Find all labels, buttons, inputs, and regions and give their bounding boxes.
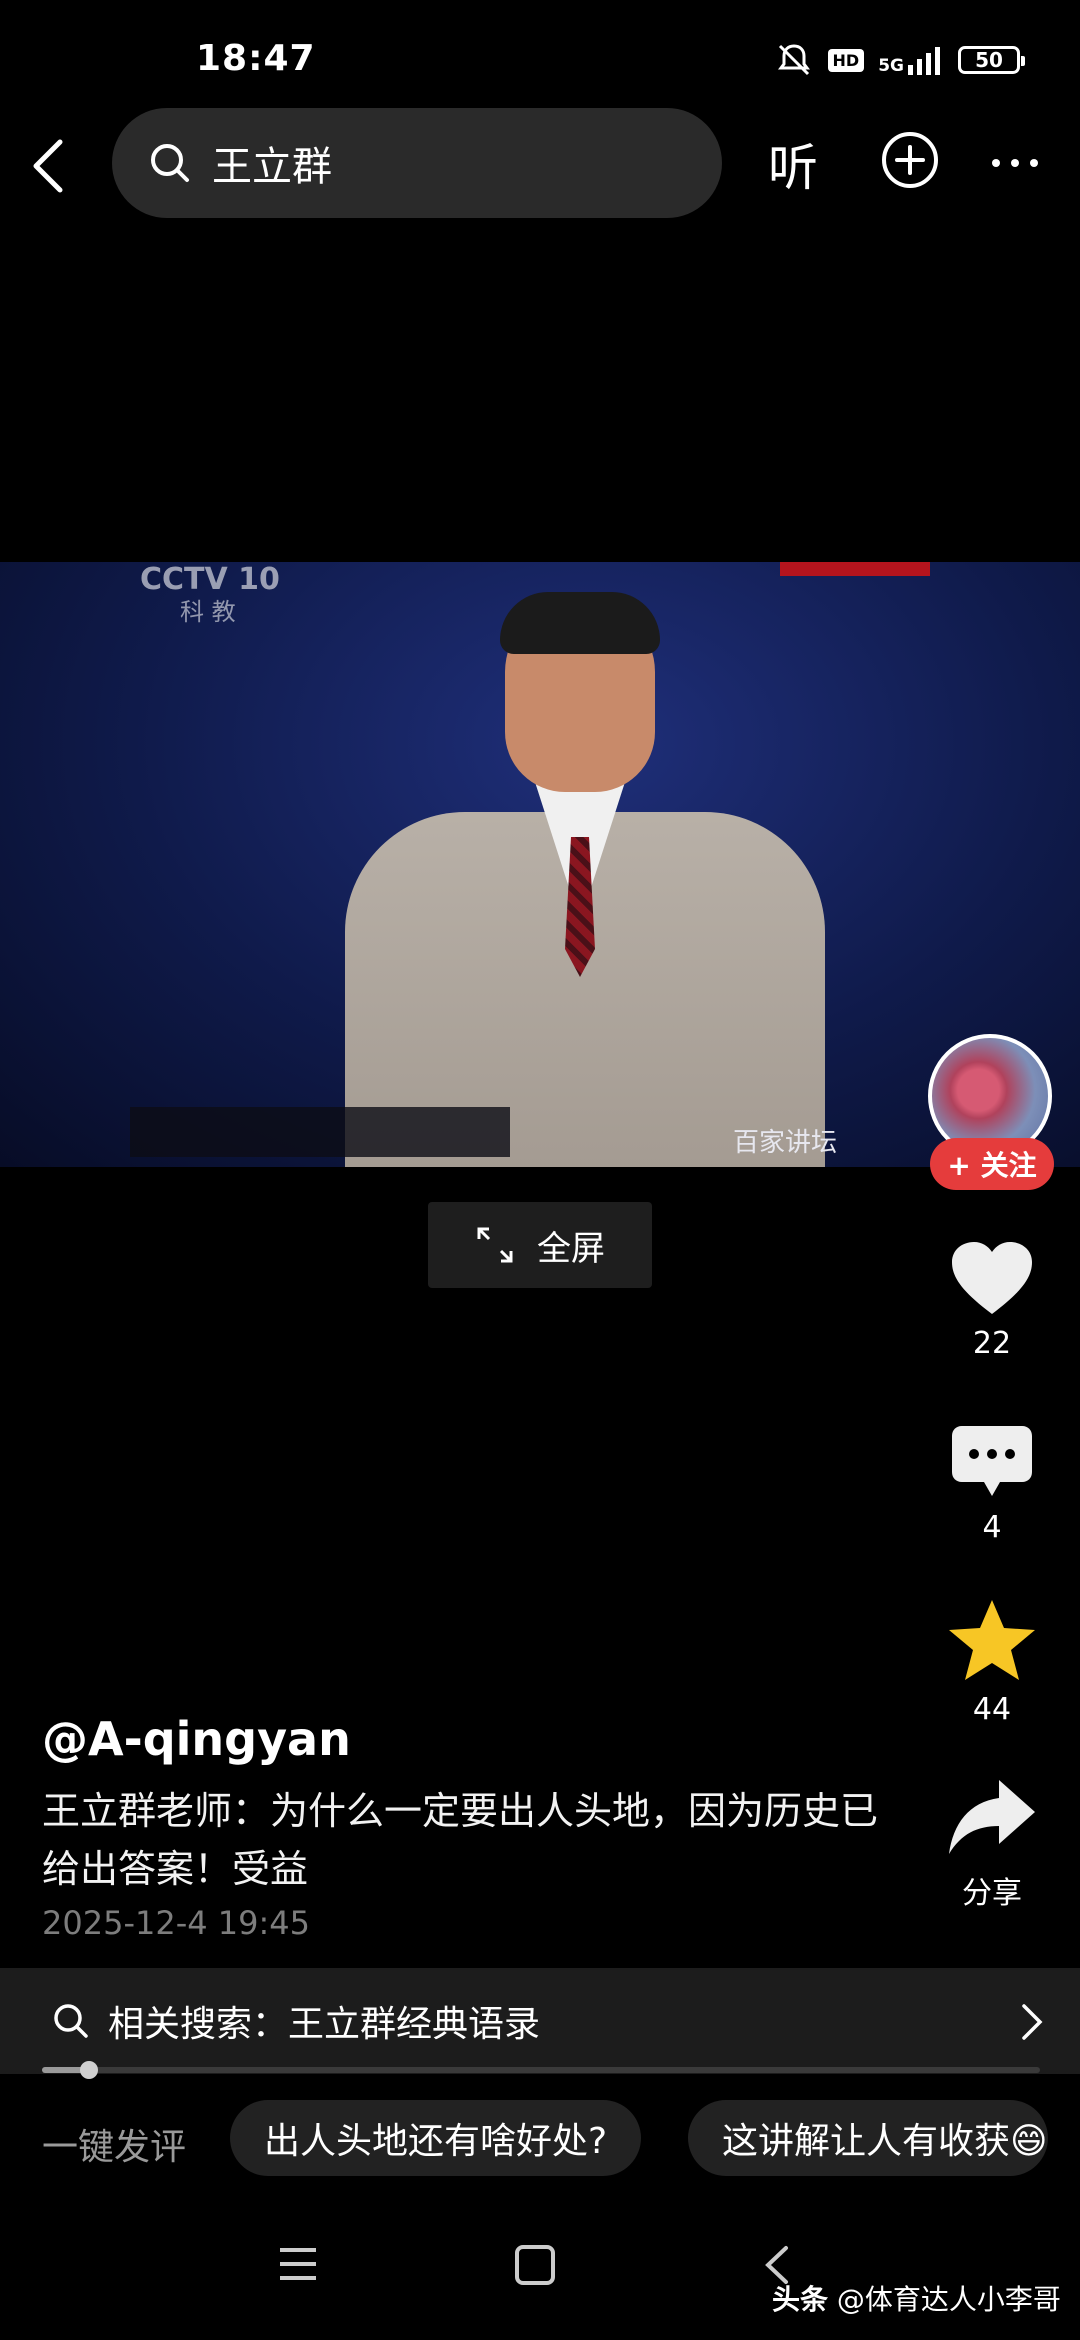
comment-count: 4 — [982, 1510, 1002, 1545]
show-logo: 百家讲坛 — [733, 1128, 838, 1158]
chevron-right-icon — [1022, 2004, 1043, 2040]
hd-badge: HD — [827, 48, 865, 72]
quick-comment-chip[interactable]: 这讲解让人有收获😄 — [688, 2100, 1048, 2176]
watermark-handle: @体育达人小李哥 — [836, 2283, 1061, 2316]
speaker-hair — [500, 592, 660, 654]
signal-icon: 5G — [878, 45, 944, 75]
more-button[interactable] — [990, 140, 1040, 180]
battery-icon: 50 — [958, 46, 1025, 74]
network-label: 5G — [878, 56, 904, 76]
favorite-button[interactable]: 44 — [930, 1598, 1054, 1727]
status-time: 18:47 — [196, 38, 316, 79]
video-progress-track[interactable] — [42, 2067, 1040, 2073]
chevron-left-icon — [33, 139, 63, 193]
listen-button[interactable]: 听 — [768, 128, 818, 200]
menu-nav-button[interactable] — [278, 2244, 318, 2288]
video-progress-thumb[interactable] — [80, 2061, 98, 2079]
follow-button[interactable]: + 关注 — [930, 1138, 1054, 1190]
battery-level: 50 — [975, 48, 1003, 72]
home-nav-button[interactable] — [514, 2244, 556, 2290]
square-icon — [515, 2245, 555, 2285]
like-count: 22 — [972, 1326, 1012, 1361]
menu-icon — [280, 2248, 316, 2280]
search-input[interactable] — [210, 139, 694, 187]
comment-button[interactable]: 4 — [930, 1424, 1054, 1545]
star-icon — [949, 1600, 1035, 1680]
video-red-banner — [780, 562, 930, 576]
share-button[interactable]: 分享 — [930, 1778, 1054, 1912]
bell-muted-icon — [777, 44, 810, 76]
favorite-count: 44 — [972, 1692, 1012, 1727]
expand-icon — [477, 1227, 513, 1263]
fullscreen-label: 全屏 — [537, 1228, 605, 1269]
related-search-text: 相关搜索：王立群经典语录 — [108, 2004, 541, 2045]
channel-sub: 科 教 — [180, 598, 236, 626]
video-player[interactable]: CCTV 10 科 教 百家讲坛 — [0, 562, 1080, 1167]
search-icon — [54, 2004, 88, 2038]
more-dots-icon — [992, 159, 1038, 167]
heart-icon — [952, 1242, 1032, 1314]
related-search-bar[interactable]: 相关搜索：王立群经典语录 — [0, 1968, 1080, 2074]
source-watermark: 头条 @体育达人小李哥 — [772, 2278, 1061, 2318]
plus-circle-icon — [882, 132, 938, 188]
fullscreen-button[interactable]: 全屏 — [428, 1202, 652, 1288]
search-icon — [151, 144, 189, 182]
watermark-brand: 头条 — [772, 2283, 829, 2316]
quick-comment-label: 一键发评 — [42, 2127, 187, 2168]
search-box[interactable] — [112, 108, 722, 218]
like-button[interactable]: 22 — [930, 1240, 1054, 1361]
share-arrow-icon — [949, 1780, 1035, 1854]
add-button[interactable] — [880, 130, 940, 190]
share-label: 分享 — [962, 1876, 1022, 1911]
post-caption[interactable]: 王立群老师：为什么一定要出人头地，因为历史已给出答案！受益 — [42, 1782, 882, 1898]
back-button[interactable] — [20, 130, 80, 202]
comment-icon — [952, 1426, 1032, 1496]
post-date: 2025-12-4 19:45 — [42, 1904, 310, 1942]
quick-comment-chip[interactable]: 出人头地还有啥好处? — [230, 2100, 642, 2176]
video-lower-caption — [130, 1107, 510, 1157]
author-handle[interactable]: @A-qingyan — [42, 1712, 351, 1766]
status-icons: HD 5G 50 — [774, 38, 1025, 82]
